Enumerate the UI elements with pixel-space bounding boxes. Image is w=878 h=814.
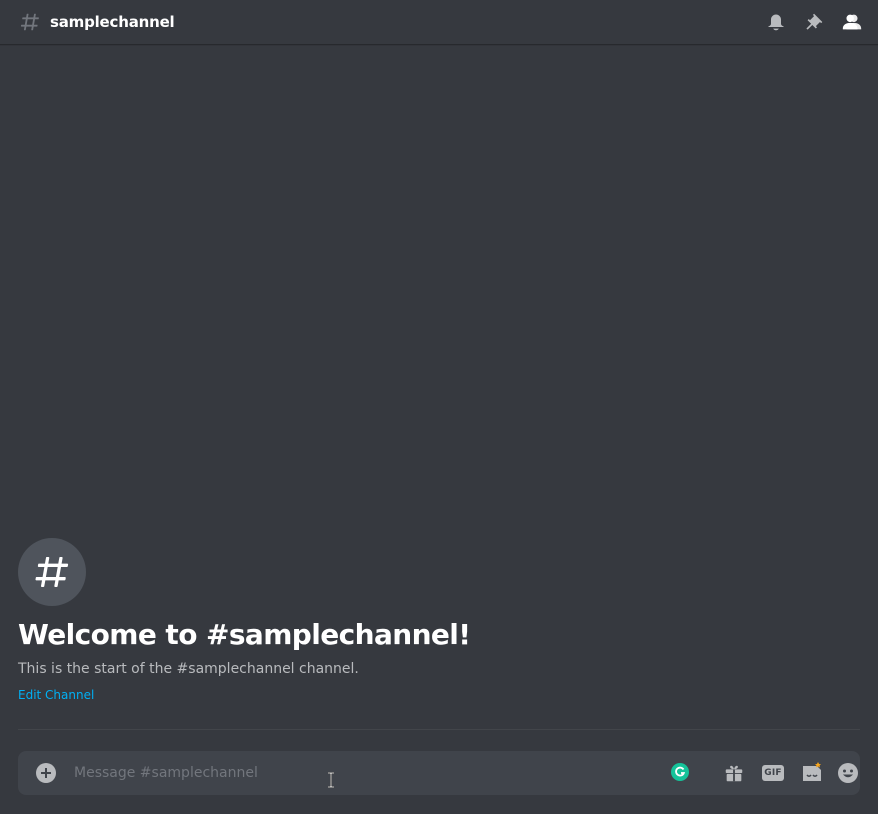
gif-icon[interactable]: GIF bbox=[761, 761, 785, 785]
welcome-title: Welcome to #samplechannel! bbox=[18, 618, 471, 651]
notification-bell-icon[interactable] bbox=[764, 10, 788, 34]
text-cursor-icon bbox=[327, 772, 335, 788]
header-toolbar bbox=[764, 0, 878, 44]
edit-channel-link[interactable]: Edit Channel bbox=[18, 688, 94, 702]
message-divider bbox=[18, 729, 860, 730]
welcome-subtitle: This is the start of the #samplechannel … bbox=[18, 661, 359, 677]
sticker-icon[interactable] bbox=[800, 761, 824, 785]
channel-hash-icon bbox=[18, 10, 42, 34]
grammarly-icon[interactable] bbox=[671, 763, 689, 781]
pin-icon[interactable] bbox=[802, 10, 826, 34]
member-list-icon[interactable] bbox=[840, 10, 864, 34]
message-composer: GIF bbox=[18, 751, 860, 795]
emoji-icon[interactable] bbox=[836, 761, 860, 785]
channel-title: samplechannel bbox=[50, 13, 175, 31]
discord-channel-view: samplechannel Welcome to #samplechannel!… bbox=[0, 0, 878, 814]
gift-icon[interactable] bbox=[722, 761, 746, 785]
welcome-hash-icon bbox=[18, 538, 86, 606]
message-input[interactable] bbox=[74, 751, 664, 795]
add-attachment-icon[interactable] bbox=[36, 763, 56, 783]
gif-label: GIF bbox=[762, 765, 784, 781]
channel-header: samplechannel bbox=[0, 0, 878, 44]
channel-welcome: Welcome to #samplechannel! This is the s… bbox=[18, 538, 860, 703]
